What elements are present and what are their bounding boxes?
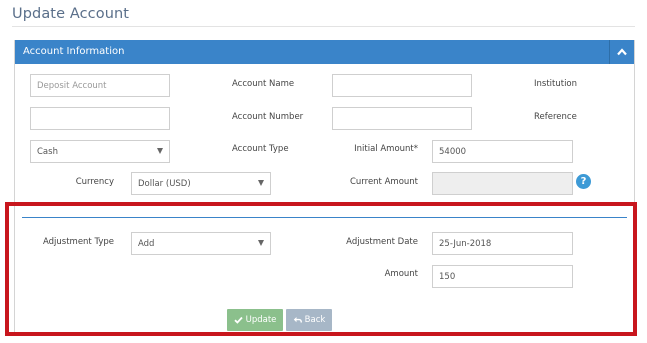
row2-left-input[interactable] — [30, 107, 170, 130]
back-button[interactable]: Back — [286, 309, 332, 331]
currency-select[interactable]: Dollar (USD) — [131, 172, 271, 195]
adjustment-type-label: Adjustment Type — [42, 237, 114, 247]
page-title: Update Account — [12, 6, 130, 22]
adjustment-type-select[interactable]: Add — [131, 232, 271, 255]
update-button-label: Update — [245, 315, 277, 325]
amount-input[interactable]: 150 — [432, 265, 573, 288]
account-number-label: Account Number — [232, 112, 304, 122]
current-amount-label: Current Amount — [349, 177, 418, 187]
account-name-input[interactable] — [332, 74, 472, 97]
account-number-input[interactable] — [332, 107, 472, 130]
update-button[interactable]: Update — [227, 309, 283, 331]
deposit-account-input[interactable]: Deposit Account — [30, 74, 170, 97]
caret-down-icon — [157, 148, 163, 154]
panel-title: Account Information — [23, 46, 125, 57]
account-kind-value: Cash — [37, 146, 58, 157]
adjustment-type-value: Add — [138, 238, 155, 249]
reference-label: Reference — [534, 112, 577, 122]
account-type-label: Account Type — [232, 144, 289, 154]
account-kind-select[interactable]: Cash — [30, 140, 170, 163]
reply-icon — [293, 317, 302, 323]
section-divider — [22, 217, 627, 218]
amount-label: Amount — [384, 269, 418, 279]
currency-value: Dollar (USD) — [138, 178, 191, 189]
account-name-label: Account Name — [232, 79, 295, 89]
caret-down-icon — [258, 240, 264, 246]
chevron-up-icon — [617, 48, 627, 56]
collapse-button[interactable] — [609, 40, 634, 64]
institution-label: Institution — [534, 79, 578, 89]
help-icon[interactable]: ? — [576, 174, 591, 189]
currency-label: Currency — [75, 177, 114, 187]
adjustment-date-input[interactable]: 25-Jun-2018 — [432, 232, 573, 255]
current-amount-input — [432, 172, 573, 195]
initial-amount-input[interactable]: 54000 — [432, 140, 573, 163]
caret-down-icon — [258, 180, 264, 186]
check-icon — [233, 316, 243, 324]
adjustment-date-label: Adjustment Date — [346, 237, 418, 247]
initial-amount-label: Initial Amount* — [354, 144, 418, 154]
panel-header: Account Information — [15, 40, 634, 64]
back-button-label: Back — [304, 315, 326, 325]
title-divider — [12, 26, 635, 27]
